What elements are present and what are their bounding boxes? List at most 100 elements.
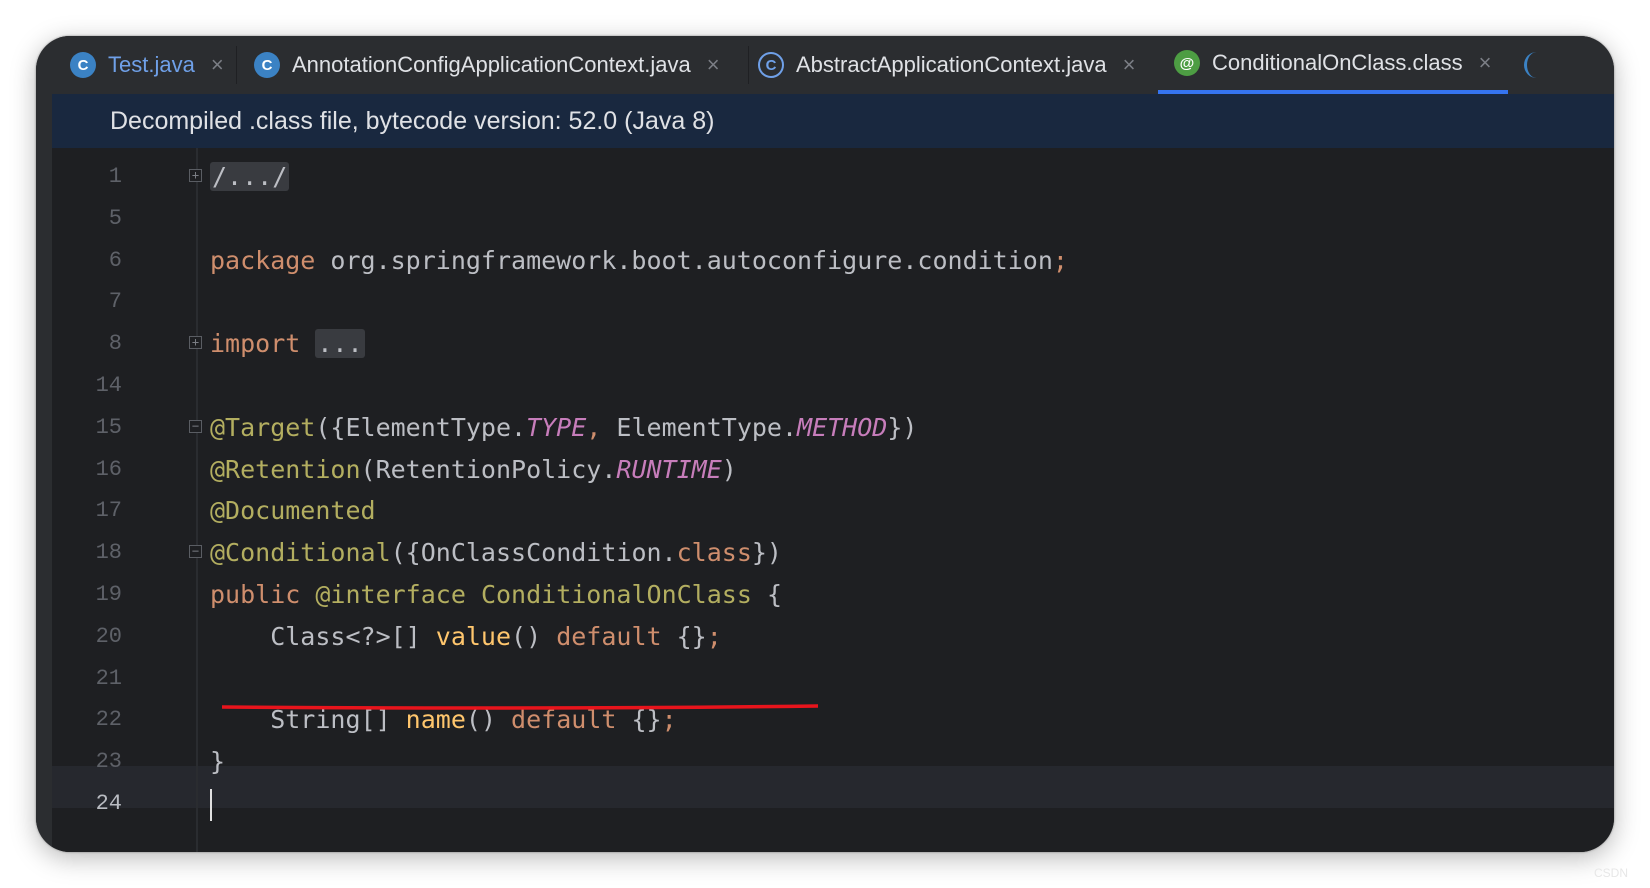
line-number: 22 — [95, 707, 122, 733]
line-number: 24 — [95, 791, 122, 816]
code-token: @Retention — [210, 454, 361, 484]
code-text: } — [210, 741, 225, 783]
editor-tab-bar: C Test.java × C AnnotationConfigApplicat… — [36, 36, 1614, 95]
fold-expand-icon[interactable]: + — [189, 336, 202, 350]
code-token: @Target — [210, 412, 316, 442]
tab-annotation-config-application-context[interactable]: C AnnotationConfigApplicationContext.jav… — [254, 36, 720, 94]
code-token: } — [210, 747, 226, 777]
line-number: 23 — [95, 749, 122, 775]
code-token: , — [586, 412, 602, 442]
line-number: 5 — [108, 205, 122, 231]
code-token: org.springframework.boot.autoconfigure.c… — [315, 245, 1053, 275]
close-icon[interactable]: × — [211, 52, 224, 78]
code-line[interactable]: 5 — [52, 198, 1614, 240]
tab-label: AbstractApplicationContext.java — [796, 52, 1107, 77]
code-text: Class<?>[] value() default {}; — [210, 616, 722, 658]
code-token: ) — [721, 454, 737, 484]
line-number: 16 — [95, 456, 122, 482]
code-line[interactable]: 18 − @Conditional({OnClassCondition.class}… — [52, 532, 1614, 574]
code-token: METHOD — [797, 412, 888, 442]
line-number: 1 — [108, 164, 122, 189]
fold-collapse-icon[interactable]: − — [189, 545, 202, 559]
code-token: ; — [706, 621, 722, 651]
code-token: ; — [1052, 245, 1068, 275]
banner-text: Decompiled .class file, bytecode version… — [110, 106, 715, 135]
tab-test-java[interactable]: C Test.java × — [70, 36, 224, 94]
tab-label: AnnotationConfigApplicationContext.java — [292, 52, 691, 77]
code-token: }) — [887, 412, 918, 442]
line-number: 14 — [95, 373, 122, 398]
line-number: 8 — [108, 331, 122, 357]
code-token: { — [751, 580, 782, 609]
decompiled-banner: Decompiled .class file, bytecode version… — [52, 94, 1614, 148]
code-line[interactable]: 21 — [52, 658, 1614, 700]
code-line[interactable]: 15 − @Target({ElementType.TYPE, ElementTyp… — [52, 407, 1614, 449]
line-number: 17 — [95, 498, 122, 524]
code-token: @Conditional — [210, 538, 391, 568]
tab-conditional-on-class[interactable]: @ ConditionalOnClass.class × — [1158, 36, 1508, 94]
code-line[interactable]: 19 public @interface ConditionalOnClass { — [52, 574, 1614, 616]
code-text: @Documented — [210, 490, 376, 532]
code-token: import — [210, 329, 301, 359]
code-line[interactable]: 17 @Documented — [52, 490, 1614, 532]
close-icon[interactable]: × — [707, 52, 720, 78]
line-number: 19 — [95, 582, 122, 607]
line-number: 21 — [95, 665, 122, 691]
code-token: RUNTIME — [616, 454, 722, 484]
abstract-class-icon: C — [758, 52, 784, 78]
code-token[interactable]: /.../ — [210, 162, 290, 191]
code-token: public — [210, 580, 301, 609]
code-line[interactable]: 6 package org.springframework.boot.autoco… — [52, 240, 1614, 282]
code-token: value — [435, 621, 512, 651]
code-line[interactable]: 8 + import ... — [52, 323, 1614, 365]
code-token: ConditionalOnClass — [480, 580, 752, 609]
line-number: 20 — [95, 623, 122, 649]
left-tool-strip — [36, 94, 52, 852]
line-number: 7 — [108, 289, 122, 315]
line-number: 6 — [108, 247, 122, 273]
code-token: package — [210, 245, 316, 275]
more-tabs-icon[interactable] — [1524, 52, 1549, 78]
fold-collapse-icon[interactable]: − — [189, 419, 202, 433]
line-number: 18 — [95, 540, 122, 566]
line-number: 15 — [95, 414, 122, 440]
code-token: ({ElementType. — [315, 412, 527, 442]
code-line[interactable]: 16 @Retention(RetentionPolicy.RUNTIME) — [52, 449, 1614, 491]
code-line[interactable]: 1 + /.../ — [52, 156, 1614, 198]
tab-label: ConditionalOnClass.class — [1212, 50, 1463, 75]
close-icon[interactable]: × — [1123, 52, 1136, 78]
watermark: CSDN — [1593, 866, 1628, 880]
tab-label: Test.java — [108, 52, 195, 77]
c-run-icon: C — [70, 52, 96, 78]
code-token: }) — [751, 538, 782, 568]
tab-abstract-application-context[interactable]: C AbstractApplicationContext.java × — [758, 36, 1135, 94]
code-token: TYPE — [526, 412, 587, 442]
code-token: @Documented — [210, 496, 376, 526]
code-line[interactable]: 23} — [52, 741, 1614, 783]
annotation-icon: @ — [1174, 50, 1200, 76]
close-icon[interactable]: × — [1479, 50, 1492, 76]
code-token: @interface — [315, 580, 466, 609]
code-line[interactable]: 24 — [52, 783, 1614, 825]
code-text: public @interface ConditionalOnClass { — [210, 574, 782, 616]
fold-expand-icon[interactable]: + — [189, 169, 202, 182]
code-token: class — [676, 538, 752, 568]
code-text — [210, 783, 212, 825]
code-line[interactable]: 14 — [52, 365, 1614, 407]
code-text: @Retention(RetentionPolicy.RUNTIME) — [210, 449, 737, 491]
code-token: ({OnClassCondition. — [390, 538, 677, 568]
code-token: default — [556, 621, 662, 651]
code-editor[interactable]: 1 + /.../ 5 6 package org.springframework.boo… — [52, 148, 1614, 852]
code-token: (RetentionPolicy. — [360, 454, 617, 484]
code-token: {} — [661, 621, 707, 651]
code-text: /.../ — [210, 156, 290, 198]
code-line[interactable]: 7 — [52, 281, 1614, 323]
code-token[interactable]: ... — [315, 329, 365, 359]
ide-window: C Test.java × C AnnotationConfigApplicat… — [36, 36, 1614, 852]
code-text: @Conditional({OnClassCondition.class}) — [210, 532, 782, 574]
code-line[interactable]: 20 Class<?>[] value() default {}; — [52, 616, 1614, 658]
code-text: @Target({ElementType.TYPE, ElementType.M… — [210, 407, 917, 449]
